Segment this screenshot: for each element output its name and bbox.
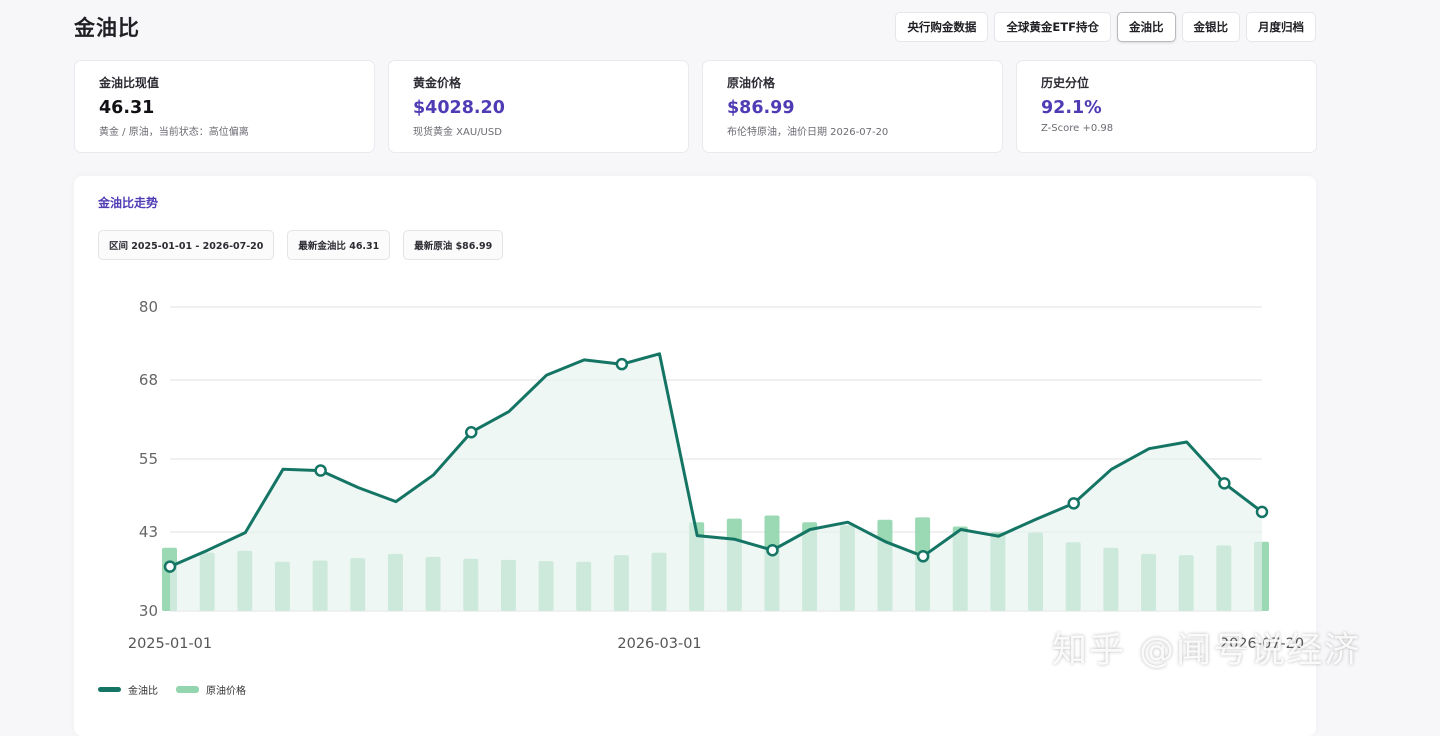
- ratio-point-marker: [1067, 497, 1080, 510]
- nav-button-central-bank-gold[interactable]: 央行购金数据: [895, 12, 989, 42]
- nav-button-monthly-archive[interactable]: 月度归档: [1246, 12, 1316, 42]
- y-tick-label: 43: [139, 523, 158, 541]
- chip-latest-ratio: 最新金油比 46.31: [287, 230, 391, 260]
- legend-label: 金油比: [128, 686, 158, 697]
- stat-cards: 金油比现值 46.31 黄金 / 原油，当前状态：高位偏离 黄金价格 $4028…: [74, 60, 1317, 153]
- legend-swatch-line: [98, 687, 121, 692]
- stat-card-value: $86.99: [727, 98, 795, 118]
- legend-swatch-bar: [176, 686, 199, 693]
- y-tick-label: 80: [139, 298, 158, 316]
- ratio-point-marker: [916, 550, 930, 563]
- stat-card-label: 金油比现值: [99, 76, 160, 90]
- ratio-point-marker: [464, 425, 478, 439]
- legend-item-oil[interactable]: 原油价格: [176, 682, 246, 697]
- stat-card-subtext: 现货黄金 XAU/USD: [413, 127, 502, 138]
- chip-range: 区间 2025-01-01 - 2026-07-20: [98, 230, 275, 260]
- stat-card-value: 46.31: [99, 98, 155, 118]
- stat-card-subtext: Z-Score +0.98: [1041, 123, 1114, 134]
- y-tick-label: 68: [139, 371, 158, 389]
- legend-item-ratio[interactable]: 金油比: [98, 682, 158, 697]
- y-tick-label: 30: [139, 602, 158, 620]
- watermark: 知乎 @闻号说经济: [1052, 631, 1362, 671]
- stat-card-subtext: 黄金 / 原油，当前状态：高位偏离: [99, 127, 249, 138]
- top-nav: 央行购金数据 全球黄金ETF持仓 金油比 金银比 月度归档: [895, 12, 1316, 42]
- stat-card-gold-price: 黄金价格 $4028.20 现货黄金 XAU/USD: [388, 60, 689, 153]
- ratio-point-marker: [766, 543, 779, 557]
- ratio-point-marker: [1218, 477, 1231, 490]
- ratio-point-marker: [615, 357, 629, 371]
- ratio-point-marker: [1255, 505, 1269, 519]
- page-title: 金油比: [74, 16, 140, 40]
- stat-card-label: 原油价格: [727, 76, 776, 90]
- chip-latest-oil: 最新原油 $86.99: [403, 230, 504, 260]
- chart-title: 金油比走势: [98, 196, 159, 210]
- x-tick-label: 2025-01-01: [128, 636, 212, 652]
- y-tick-label: 55: [139, 450, 158, 468]
- stat-card-oil-price: 原油价格 $86.99 布伦特原油，油价日期 2026-07-20: [702, 60, 1003, 153]
- nav-button-gold-silver-ratio[interactable]: 金银比: [1181, 12, 1240, 42]
- ratio-point-marker: [314, 464, 327, 477]
- stat-card-ratio: 金油比现值 46.31 黄金 / 原油，当前状态：高位偏离: [74, 60, 375, 153]
- stat-card-label: 历史分位: [1041, 76, 1090, 90]
- stat-card-subtext: 布伦特原油，油价日期 2026-07-20: [727, 127, 889, 138]
- stat-card-value: 92.1%: [1041, 98, 1102, 118]
- stat-card-label: 黄金价格: [413, 76, 462, 90]
- x-tick-label: 2026-03-01: [617, 636, 701, 652]
- ratio-point-marker: [163, 560, 177, 573]
- nav-button-gold-etf[interactable]: 全球黄金ETF持仓: [994, 12, 1111, 42]
- chart-legend: 金油比 原油价格: [98, 682, 246, 697]
- legend-label: 原油价格: [206, 686, 246, 697]
- nav-button-gold-oil-ratio[interactable]: 金油比: [1117, 12, 1176, 42]
- stat-card-value: $4028.20: [413, 98, 505, 118]
- stat-card-percentile: 历史分位 92.1% Z-Score +0.98: [1016, 60, 1317, 153]
- chart-chips: 区间 2025-01-01 - 2026-07-20 最新金油比 46.31 最…: [98, 230, 504, 260]
